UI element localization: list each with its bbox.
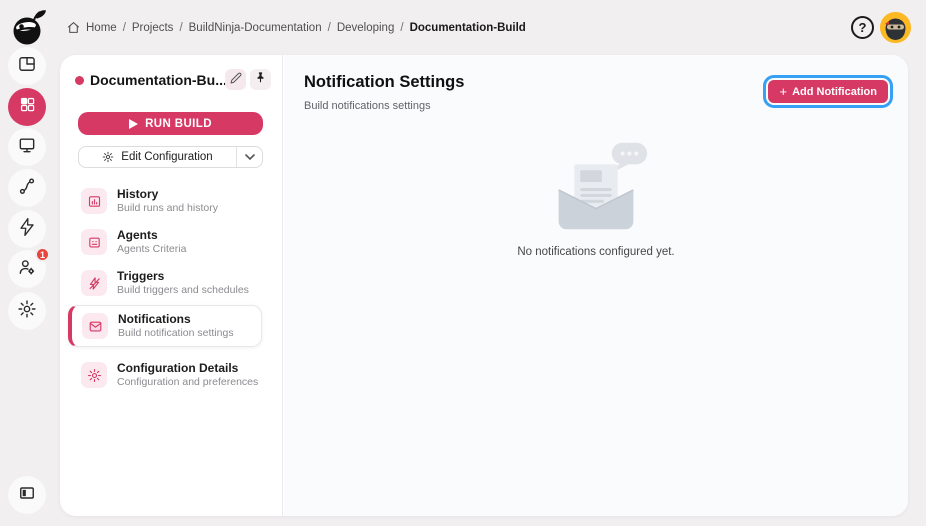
pin-icon bbox=[254, 71, 267, 89]
monitor-icon bbox=[17, 135, 37, 160]
menu-item-desc: Agents Criteria bbox=[117, 242, 187, 255]
app-window: Home / Projects / BuildNinja-Documentati… bbox=[0, 0, 926, 526]
menu-item-label: Agents bbox=[117, 227, 158, 242]
users-notification-badge: 1 bbox=[35, 247, 50, 262]
gear-icon bbox=[17, 299, 37, 324]
gear-small-icon bbox=[102, 151, 114, 163]
play-icon bbox=[129, 118, 139, 129]
page-title: Notification Settings bbox=[304, 73, 465, 91]
content-card: Documentation-Bu... RUN BUILD Edit Confi… bbox=[60, 55, 908, 516]
breadcrumb-project[interactable]: BuildNinja-Documentation bbox=[189, 22, 322, 34]
breadcrumb-current: Documentation-Build bbox=[409, 21, 526, 34]
chevron-down-icon bbox=[244, 148, 255, 166]
add-notification-button[interactable]: + Add Notification bbox=[763, 75, 893, 108]
edit-configuration-label: Edit Configuration bbox=[121, 151, 213, 163]
buildninja-logo-icon[interactable] bbox=[8, 6, 50, 48]
rail-item-actions[interactable] bbox=[8, 210, 46, 248]
question-mark-icon: ? bbox=[858, 20, 867, 35]
breadcrumb-home[interactable]: Home bbox=[86, 22, 117, 34]
lightning-icon bbox=[17, 217, 37, 242]
route-branch-icon bbox=[17, 176, 37, 201]
gear-pink-icon bbox=[81, 362, 107, 388]
sidebar-item-history[interactable]: History Build runs and history bbox=[68, 181, 262, 221]
rail-item-pipelines[interactable] bbox=[8, 169, 46, 207]
rail-item-users[interactable]: 1 bbox=[8, 247, 50, 288]
breadcrumb-subproject[interactable]: Developing bbox=[337, 22, 395, 34]
menu-item-label: Triggers bbox=[117, 268, 165, 283]
status-dot bbox=[75, 76, 84, 85]
pin-button[interactable] bbox=[250, 69, 271, 90]
menu-item-desc: Build notification settings bbox=[118, 326, 234, 339]
edit-configuration-button[interactable]: Edit Configuration bbox=[78, 146, 263, 168]
envelope-icon bbox=[82, 313, 108, 339]
breadcrumb-separator: / bbox=[179, 21, 183, 34]
sidebar-item-configuration-details[interactable]: Configuration Details Configuration and … bbox=[68, 355, 262, 395]
notification-settings-panel: Notification Settings Build notification… bbox=[284, 55, 908, 516]
sidebar-panel-icon bbox=[17, 483, 37, 508]
menu-item-desc: Build triggers and schedules bbox=[117, 283, 249, 296]
empty-state-text: No notifications configured yet. bbox=[517, 246, 675, 258]
trigger-bolt-icon bbox=[81, 270, 107, 296]
breadcrumb-separator: / bbox=[122, 21, 126, 34]
agent-face-icon bbox=[81, 229, 107, 255]
rail-item-projects[interactable] bbox=[8, 88, 46, 126]
breadcrumb-separator: / bbox=[400, 21, 404, 34]
rail-item-agents-pool[interactable] bbox=[8, 128, 46, 166]
rail-item-collapse-sidebar[interactable] bbox=[8, 476, 46, 514]
empty-state: No notifications configured yet. bbox=[284, 138, 908, 258]
empty-inbox-illustration bbox=[537, 138, 655, 237]
edit-name-button[interactable] bbox=[225, 69, 246, 90]
history-chart-icon bbox=[81, 188, 107, 214]
menu-item-desc: Build runs and history bbox=[117, 201, 218, 214]
menu-item-desc: Configuration and preferences bbox=[117, 375, 259, 388]
plus-icon: + bbox=[779, 84, 788, 99]
edit-configuration-dropdown-toggle[interactable] bbox=[236, 147, 262, 167]
user-gear-icon bbox=[17, 257, 37, 282]
menu-item-label: History bbox=[117, 186, 159, 201]
rail-item-settings[interactable] bbox=[8, 292, 46, 330]
breadcrumb-separator: / bbox=[327, 21, 331, 34]
page-subtitle: Build notifications settings bbox=[304, 100, 431, 112]
menu-item-label: Notifications bbox=[118, 311, 191, 326]
run-build-label: RUN BUILD bbox=[145, 117, 212, 130]
breadcrumb-projects[interactable]: Projects bbox=[132, 22, 174, 34]
run-build-button[interactable]: RUN BUILD bbox=[78, 112, 263, 135]
sidebar-item-triggers[interactable]: Triggers Build triggers and schedules bbox=[68, 263, 262, 303]
help-button[interactable]: ? bbox=[851, 16, 874, 39]
dashboard-icon bbox=[17, 54, 37, 79]
apps-grid-icon bbox=[18, 95, 37, 119]
breadcrumb: Home / Projects / BuildNinja-Documentati… bbox=[67, 0, 526, 55]
pencil-icon bbox=[230, 71, 242, 89]
rail-item-dashboard[interactable] bbox=[8, 47, 46, 85]
build-config-title: Documentation-Bu... bbox=[90, 72, 227, 88]
user-avatar[interactable] bbox=[880, 12, 911, 43]
add-notification-label: Add Notification bbox=[792, 85, 877, 98]
menu-item-label: Configuration Details bbox=[117, 360, 239, 375]
home-icon bbox=[67, 21, 80, 34]
sidebar-item-agents[interactable]: Agents Agents Criteria bbox=[68, 222, 262, 262]
build-config-sidebar: Documentation-Bu... RUN BUILD Edit Confi… bbox=[60, 55, 283, 516]
sidebar-item-notifications[interactable]: Notifications Build notification setting… bbox=[68, 305, 262, 347]
